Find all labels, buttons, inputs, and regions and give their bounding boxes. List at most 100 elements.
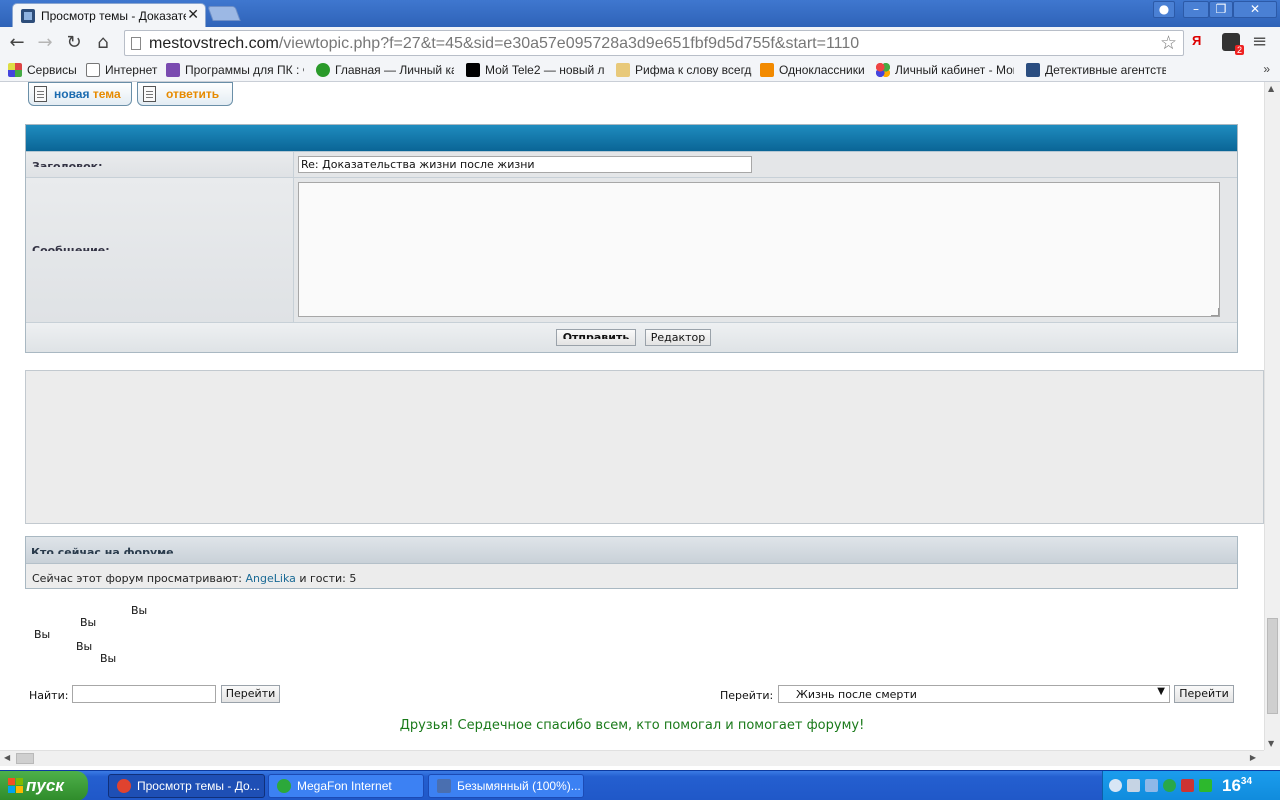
forward-arrow-icon[interactable]: → bbox=[34, 32, 56, 54]
bookmark-label: Сервисы bbox=[27, 63, 77, 77]
taskbar-item-megafon[interactable]: MegaFon Internet bbox=[268, 774, 424, 798]
bookmark-detective[interactable]: Детективные агентств bbox=[1026, 63, 1166, 77]
editor-button[interactable]: Редактор bbox=[645, 329, 711, 346]
mail-icon bbox=[760, 63, 774, 77]
bookmark-label: Интернет bbox=[105, 63, 158, 77]
vy-text: Вы bbox=[131, 604, 148, 617]
url-path: /viewtopic.php?f=27&t=45&sid=e30a57e0957… bbox=[278, 35, 860, 52]
user-profile-icon[interactable]: ● bbox=[1153, 1, 1175, 18]
new-topic-label-b: тема bbox=[92, 87, 121, 101]
extension-badge-count: 2 bbox=[1234, 45, 1244, 55]
bookmark-label: Мой Tele2 — новый лич bbox=[485, 63, 604, 77]
online-user-link[interactable]: AngeLika bbox=[246, 572, 296, 585]
dropdown-arrow-icon: ▼ bbox=[1157, 686, 1165, 697]
tele2-icon bbox=[466, 63, 480, 77]
site-favicon-icon bbox=[21, 9, 35, 23]
bookmark-rhyme[interactable]: Рифма к слову всегда bbox=[616, 63, 752, 77]
find-go-button[interactable]: Перейти bbox=[221, 685, 280, 703]
who-is-online-panel: Кто сейчас на форуме Сейчас этот форум п… bbox=[25, 536, 1238, 589]
online-suffix: и гости: 5 bbox=[295, 572, 357, 585]
bookmark-tele2[interactable]: Мой Tele2 — новый лич bbox=[466, 63, 604, 77]
taskbar-item-paint[interactable]: Безымянный (100%)... bbox=[428, 774, 584, 798]
chrome-icon bbox=[117, 779, 131, 793]
signal-icon[interactable] bbox=[1145, 779, 1158, 792]
find-input[interactable] bbox=[72, 685, 216, 703]
chrome-menu-icon[interactable]: ≡ bbox=[1252, 33, 1270, 51]
forum-jump-select[interactable]: Жизнь после смерти ▼ bbox=[778, 685, 1170, 703]
browser-tab-active[interactable]: Просмотр темы - Доказате ✕ bbox=[12, 3, 206, 27]
horizontal-scrollbar[interactable]: ◀ ▶ bbox=[0, 750, 1264, 766]
battery-icon[interactable] bbox=[1199, 779, 1212, 792]
bookmarks-bar: Сервисы Интернет Программы для ПК : Фе Г… bbox=[0, 59, 1280, 82]
home-icon[interactable]: ⌂ bbox=[92, 32, 114, 54]
address-bar[interactable]: mestovstrech.com/viewtopic.php?f=27&t=45… bbox=[124, 30, 1184, 56]
resize-grip-icon[interactable] bbox=[1211, 308, 1219, 316]
taskbar-item-label: Безымянный (100%)... bbox=[457, 779, 581, 793]
scroll-down-icon[interactable]: ▼ bbox=[1268, 739, 1274, 748]
extension-badge-icon[interactable]: 2 bbox=[1222, 33, 1244, 55]
bookmark-internet[interactable]: Интернет bbox=[86, 63, 158, 77]
empty-panel bbox=[25, 370, 1264, 524]
window-close-icon[interactable]: ✕ bbox=[1233, 1, 1277, 18]
new-topic-button[interactable]: новая тема bbox=[28, 82, 132, 106]
megafon-icon bbox=[316, 63, 330, 77]
browser-toolbar: ← → ↻ ⌂ mestovstrech.com/viewtopic.php?f… bbox=[0, 27, 1280, 59]
reload-icon[interactable]: ↻ bbox=[63, 32, 85, 54]
page-icon bbox=[131, 37, 141, 50]
apps-grid-icon bbox=[8, 63, 22, 77]
document-icon bbox=[34, 86, 47, 102]
reply-button[interactable]: ответить bbox=[137, 82, 233, 106]
start-button[interactable]: пуск bbox=[0, 771, 88, 800]
subject-label: Заголовок: bbox=[32, 160, 103, 167]
start-label: пуск bbox=[26, 776, 64, 795]
bookmark-main-cabinet[interactable]: Главная — Личный каб bbox=[316, 63, 454, 77]
tab-close-icon[interactable]: ✕ bbox=[187, 7, 199, 23]
bookmark-label: Программы для ПК : Фе bbox=[185, 63, 304, 77]
yandex-extension-icon[interactable]: Я bbox=[1192, 33, 1201, 48]
message-row: Сообщение: bbox=[26, 178, 1237, 323]
new-topic-label: новая тема bbox=[54, 87, 121, 101]
megafon-tray-icon[interactable] bbox=[1163, 779, 1176, 792]
send-label: Отправить bbox=[562, 331, 630, 339]
jump-go-button[interactable]: Перейти bbox=[1174, 685, 1234, 703]
bookmark-services[interactable]: Сервисы bbox=[8, 63, 78, 77]
network-icon[interactable] bbox=[1127, 779, 1140, 792]
megafon-icon bbox=[277, 779, 291, 793]
bookmark-star-icon[interactable]: ☆ bbox=[1160, 32, 1177, 54]
scroll-left-icon[interactable]: ◀ bbox=[4, 753, 10, 762]
minimize-icon[interactable]: – bbox=[1183, 1, 1209, 18]
subject-input[interactable] bbox=[298, 156, 752, 173]
online-users-text: Сейчас этот форум просматривают: AngeLik… bbox=[32, 572, 356, 585]
bookmark-personal-cabinet[interactable]: Личный кабинет - Мои bbox=[876, 63, 1014, 77]
bookmarks-more-icon[interactable]: » bbox=[1263, 62, 1270, 76]
subject-row: Заголовок: bbox=[26, 152, 1237, 178]
jump-label: Перейти: bbox=[720, 689, 774, 702]
tray-arrow-icon[interactable] bbox=[1109, 779, 1122, 792]
scroll-right-icon[interactable]: ▶ bbox=[1250, 753, 1256, 762]
taskbar-item-chrome[interactable]: Просмотр темы - До... bbox=[108, 774, 265, 798]
hscroll-thumb[interactable] bbox=[16, 753, 34, 764]
url-text[interactable]: mestovstrech.com/viewtopic.php?f=27&t=45… bbox=[149, 35, 859, 53]
form-header bbox=[26, 125, 1237, 152]
online-title-bar: Кто сейчас на форуме bbox=[26, 537, 1237, 564]
send-button[interactable]: Отправить bbox=[556, 329, 636, 346]
clock[interactable]: 1634 bbox=[1222, 776, 1252, 796]
message-label-cell: Сообщение: bbox=[26, 178, 294, 322]
document-icon bbox=[143, 86, 156, 102]
bookmark-programs[interactable]: Программы для ПК : Фе bbox=[166, 63, 304, 77]
message-textarea[interactable] bbox=[298, 182, 1220, 317]
new-tab-button[interactable] bbox=[207, 6, 241, 21]
bookmark-odnoklassniki[interactable]: Одноклассники bbox=[760, 63, 866, 77]
scroll-up-icon[interactable]: ▲ bbox=[1268, 84, 1274, 93]
find-label: Найти: bbox=[29, 689, 69, 702]
thanks-message: Друзья! Сердечное спасибо всем, кто помо… bbox=[399, 718, 865, 733]
back-arrow-icon[interactable]: ← bbox=[6, 32, 28, 54]
vertical-scrollbar[interactable]: ▲ ▼ bbox=[1264, 82, 1280, 750]
new-topic-label-a: новая bbox=[54, 87, 90, 101]
vy-text: Вы bbox=[80, 616, 97, 629]
scroll-thumb[interactable] bbox=[1267, 618, 1278, 714]
vy-text: Вы bbox=[76, 640, 93, 653]
flag-tray-icon[interactable] bbox=[1181, 779, 1194, 792]
restore-icon[interactable]: ❐ bbox=[1209, 1, 1233, 18]
scrollbar-corner bbox=[1264, 750, 1280, 766]
